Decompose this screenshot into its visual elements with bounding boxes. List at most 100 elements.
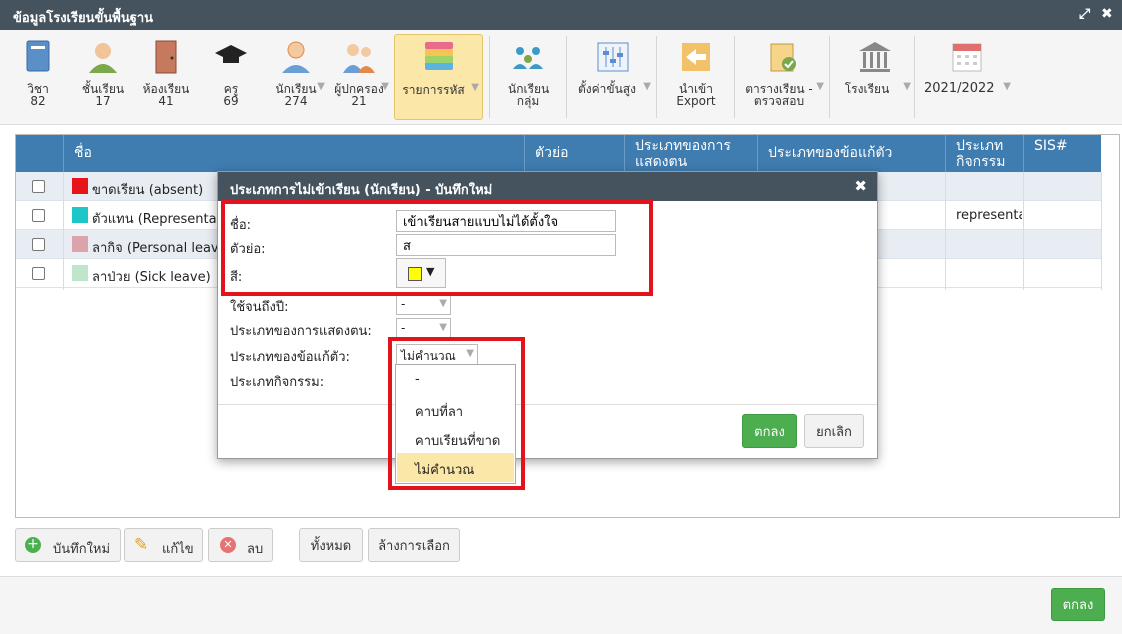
expand-icon[interactable]: ⤢ <box>1079 6 1090 22</box>
calendar-icon <box>949 39 985 75</box>
toolbar-separator <box>829 36 830 118</box>
toolbar-count: 17 <box>95 94 111 108</box>
color-swatch <box>72 236 88 252</box>
chevron-down-icon: ▼ <box>439 298 447 309</box>
dialog-ok-button[interactable]: ตกลง <box>742 414 797 448</box>
delete-button[interactable]: ✕ ลบ <box>208 528 273 562</box>
delete-circle-icon: ✕ <box>220 537 236 553</box>
toolbar-label: นักเรียน กลุ่ม <box>508 82 550 108</box>
column-divider <box>63 172 64 290</box>
grid-header-abbr[interactable]: ตัวย่อ <box>524 135 624 172</box>
select-value: - <box>401 321 406 335</box>
toolbar-advanced-settings[interactable]: ตั้งค่าขั้นสูง ▼ <box>576 34 651 120</box>
window-footer <box>0 576 1122 634</box>
toolbar-student-groups[interactable]: นักเรียน กลุ่ม <box>500 34 556 120</box>
select-all-button[interactable]: ทั้งหมด <box>299 528 363 562</box>
toolbar-classrooms[interactable]: ห้องเรียน 41 <box>140 34 192 120</box>
row-checkbox[interactable] <box>32 238 45 251</box>
close-icon[interactable]: ✖ <box>1101 6 1113 22</box>
window-title: ข้อมูลโรงเรียนขั้นพื้นฐาน <box>13 11 154 26</box>
row-checkbox[interactable] <box>32 209 45 222</box>
chevron-down-icon[interactable]: ▼ <box>816 81 824 93</box>
school-building-icon <box>857 39 893 75</box>
clear-selection-button[interactable]: ล้างการเลือก <box>368 528 460 562</box>
toolbar-schedule-check[interactable]: ตารางเรียน - ตรวจสอบ ▼ <box>743 34 824 120</box>
book-icon <box>20 39 56 75</box>
highlight-box <box>388 337 525 490</box>
grid-header-name[interactable]: ชื่อ <box>63 135 524 172</box>
toolbar-count: 41 <box>158 94 174 108</box>
column-divider <box>1101 172 1102 290</box>
dialog-titlebar: ประเภทการไม่เข้าเรียน (นักเรียน) - บันทึ… <box>218 172 877 201</box>
toolbar-separator <box>656 36 657 118</box>
toolbar-count: 69 <box>223 94 239 108</box>
row-checkbox[interactable] <box>32 180 45 193</box>
layers-icon <box>421 40 457 76</box>
toolbar-grades[interactable]: ชั้นเรียน 17 <box>78 34 128 120</box>
chevron-down-icon[interactable]: ▼ <box>381 81 389 93</box>
group-icon <box>510 39 546 75</box>
edit-button-label: แก้ไข <box>162 542 194 557</box>
sliders-icon <box>595 39 631 75</box>
toolbar-count: 82 <box>30 94 46 108</box>
toolbar-label: ตั้งค่าขั้นสูง <box>577 82 636 96</box>
grid-header-excuse[interactable]: ประเภทของข้อแก้ตัว <box>757 135 945 172</box>
dialog-footer-divider <box>218 404 877 405</box>
color-swatch <box>72 265 88 281</box>
chevron-down-icon[interactable]: ▼ <box>471 82 479 94</box>
clipboard-check-icon <box>765 39 801 75</box>
toolbar-codelists[interactable]: รายการรหัส ▼ <box>394 34 483 120</box>
delete-button-label: ลบ <box>247 542 264 557</box>
graduation-cap-icon <box>213 39 249 75</box>
pencil-icon: ✎ <box>134 535 149 555</box>
toolbar-teachers[interactable]: ครู 69 <box>210 34 252 120</box>
parents-icon <box>341 39 377 75</box>
column-divider <box>1023 172 1024 290</box>
color-swatch <box>72 178 88 194</box>
toolbar: วิชา 82 ชั้นเรียน 17 ห้องเรียน 41 ครู 69… <box>0 30 1122 125</box>
toolbar-separator <box>914 36 915 118</box>
toolbar-separator <box>566 36 567 118</box>
toolbar-separator <box>489 36 490 118</box>
toolbar-label: รายการรหัส <box>402 83 465 97</box>
chevron-down-icon[interactable]: ▼ <box>643 81 651 93</box>
row-activity: representat <box>956 208 1022 223</box>
close-icon[interactable]: ✖ <box>854 177 867 195</box>
until-year-label: ใช้จนถึงปี: <box>230 300 289 315</box>
toolbar-school-year[interactable]: 2021/2022 ▼ <box>924 34 1011 120</box>
window-titlebar: ข้อมูลโรงเรียนขั้นพื้นฐาน ⤢ ✖ <box>0 0 1122 30</box>
add-button-label: บันทึกใหม่ <box>53 542 111 557</box>
toolbar-students[interactable]: นักเรียน 274 ▼ <box>268 34 325 120</box>
grid-header-sis[interactable]: SIS# <box>1023 135 1101 172</box>
toolbar-school[interactable]: โรงเรียน ▼ <box>840 34 911 120</box>
until-year-select[interactable]: - ▼ <box>396 294 451 315</box>
toolbar-separator <box>734 36 735 118</box>
row-name: ขาดเรียน (absent) <box>92 183 204 198</box>
grid-header: ชื่อ ตัวย่อ ประเภทของการ แสดงตน ประเภทขอ… <box>16 135 1101 172</box>
toolbar-label: ตารางเรียน - ตรวจสอบ <box>745 82 813 108</box>
toolbar-parents[interactable]: ผู้ปกครอง 21 ▼ <box>330 34 389 120</box>
dialog-title: ประเภทการไม่เข้าเรียน (นักเรียน) - บันทึ… <box>230 183 493 198</box>
chevron-down-icon: ▼ <box>439 322 447 333</box>
edit-button[interactable]: ✎ แก้ไข <box>124 528 203 562</box>
chevron-down-icon[interactable]: ▼ <box>903 81 911 93</box>
row-name: ลาป่วย (Sick leave) <box>92 270 211 285</box>
plus-circle-icon: + <box>25 537 41 553</box>
row-name: ตัวแทน (Representation) <box>92 212 217 227</box>
dialog-cancel-button[interactable]: ยกเลิก <box>804 414 864 448</box>
grid-header-activity[interactable]: ประเภท กิจกรรม <box>945 135 1023 172</box>
toolbar-import-export[interactable]: นำเข้า Export <box>666 34 726 120</box>
color-swatch <box>72 207 88 223</box>
add-button[interactable]: + บันทึกใหม่ <box>15 528 121 562</box>
toolbar-count: 21 <box>351 94 367 108</box>
row-name: ลากิจ (Personal leave) <box>92 241 217 256</box>
grid-header-presence[interactable]: ประเภทของการ แสดงตน <box>624 135 757 172</box>
presence-type-select[interactable]: - ▼ <box>396 318 451 339</box>
chevron-down-icon[interactable]: ▼ <box>317 81 325 93</box>
window-ok-button[interactable]: ตกลง <box>1051 588 1105 621</box>
row-checkbox[interactable] <box>32 267 45 280</box>
toolbar-subjects[interactable]: วิชา 82 <box>18 34 58 120</box>
highlight-box <box>221 200 653 296</box>
grid-header-checkbox-col <box>16 135 63 172</box>
chevron-down-icon[interactable]: ▼ <box>1003 81 1011 93</box>
